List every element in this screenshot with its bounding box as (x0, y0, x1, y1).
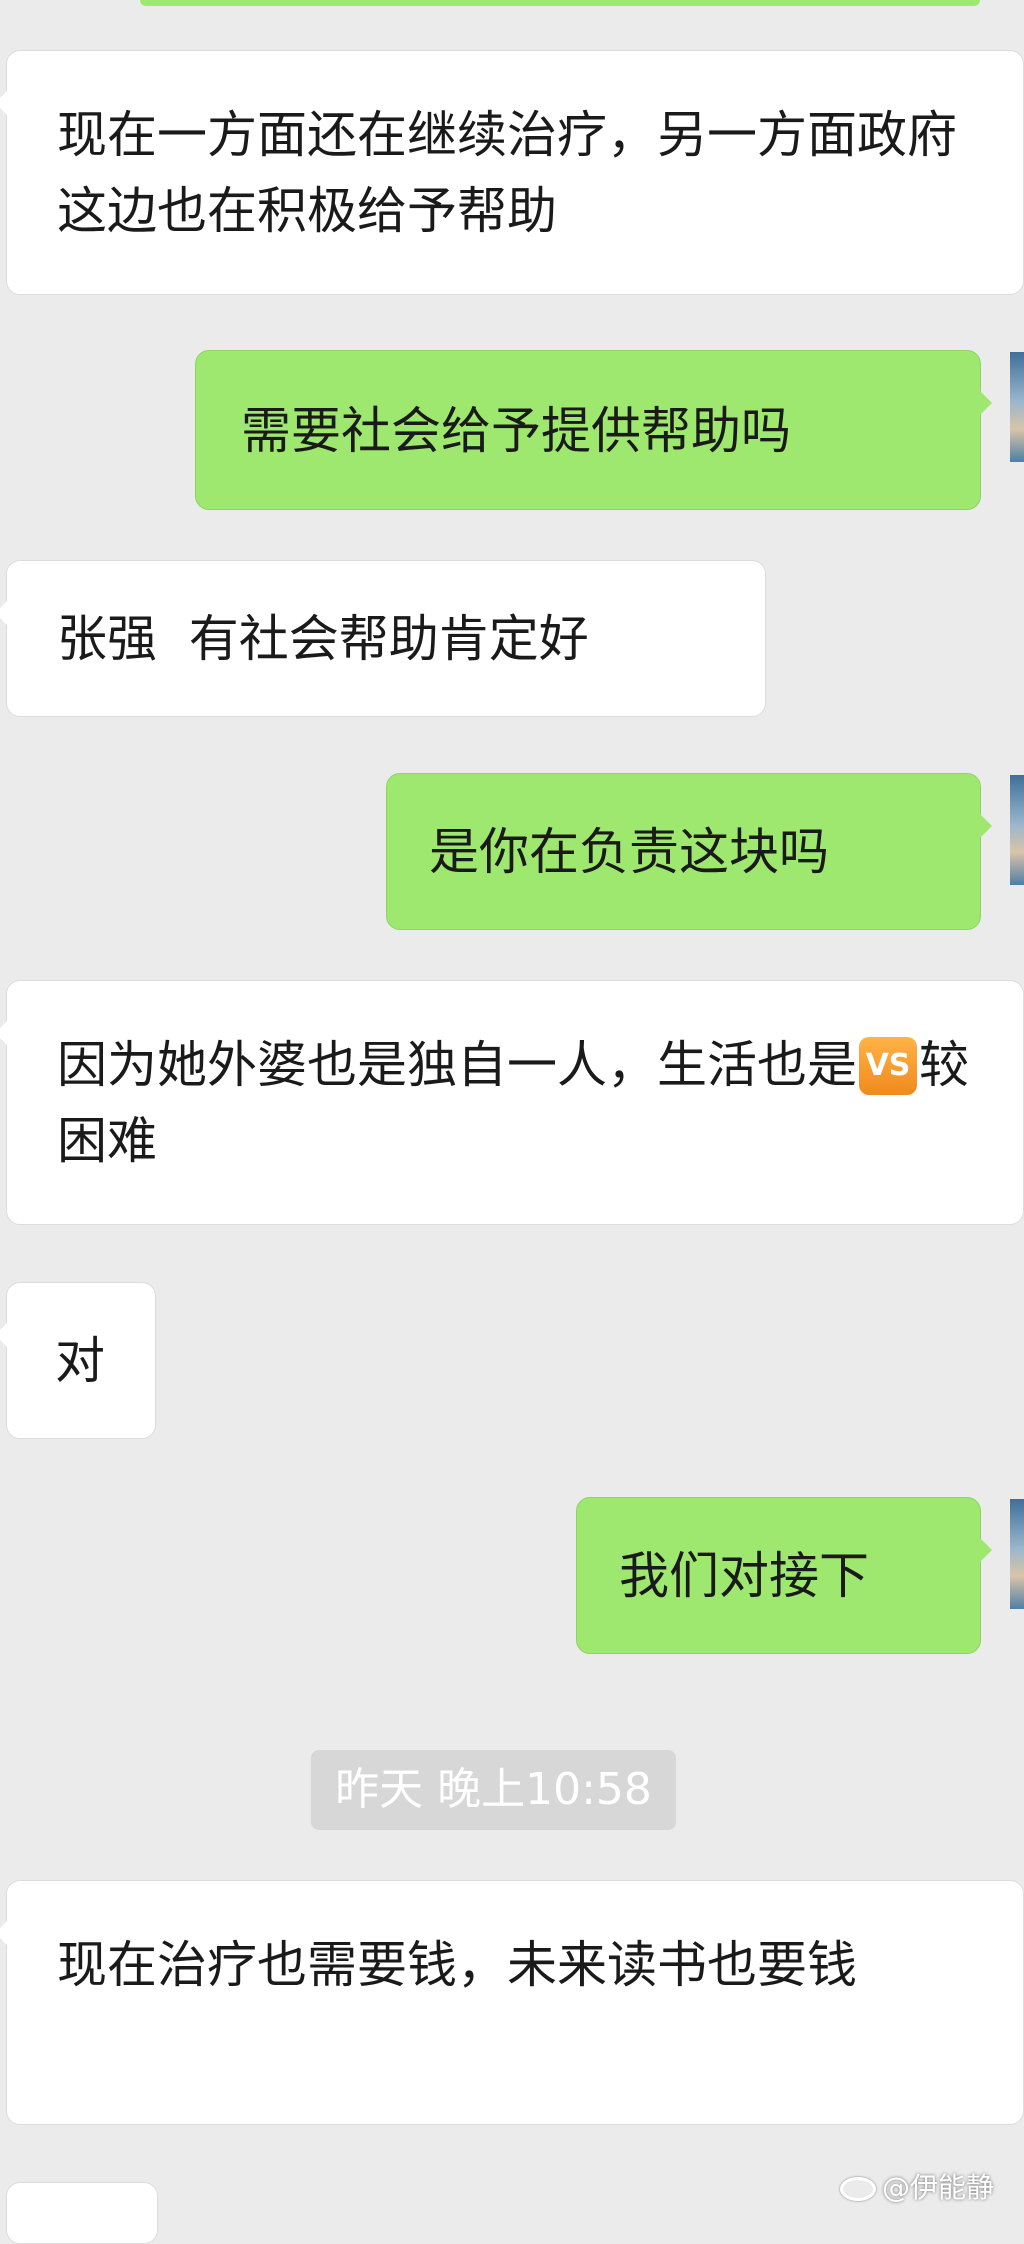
message-bubble-outgoing[interactable]: 需要社会给予提供帮助吗 (195, 350, 992, 510)
weibo-logo-icon (840, 2177, 876, 2201)
partial-message-bubble (6, 2182, 158, 2244)
message-text: 现在一方面还在继续治疗，另一方面政府这边也在积极给予帮助 (57, 106, 957, 240)
message-timestamp: 昨天 晚上10:58 (311, 1750, 676, 1830)
message-bubble-outgoing[interactable]: 是你在负责这块吗 (386, 773, 992, 930)
user-avatar[interactable] (1010, 775, 1024, 885)
message-bubble-incoming[interactable]: 现在治疗也需要钱，未来读书也要钱 (0, 1880, 1024, 2125)
message-text: 我们对接下 (619, 1547, 869, 1605)
vs-emoji-icon: VS (859, 1036, 917, 1095)
previous-outgoing-bubble-edge (140, 0, 980, 6)
message-bubble-incoming[interactable]: 对 (0, 1282, 156, 1439)
chat-conversation: 现在一方面还在继续治疗，另一方面政府这边也在积极给予帮助 需要社会给予提供帮助吗… (0, 0, 1024, 2244)
watermark-text: @伊能静 (882, 2171, 995, 2204)
message-text: 是你在负责这块吗 (429, 823, 829, 881)
message-text: 张强 有社会帮助肯定好 (57, 610, 589, 668)
user-avatar[interactable] (1010, 352, 1024, 462)
watermark: @伊能静 (840, 2168, 1024, 2208)
message-bubble-incoming[interactable]: 因为她外婆也是独自一人，生活也是 VS 较困难 (0, 980, 1024, 1225)
message-bubble-incoming[interactable]: 现在一方面还在继续治疗，另一方面政府这边也在积极给予帮助 (0, 50, 1024, 295)
message-text: 因为她外婆也是独自一人，生活也是 (57, 1036, 857, 1094)
message-text: 对 (55, 1332, 105, 1390)
message-text: 现在治疗也需要钱，未来读书也要钱 (57, 1936, 857, 1994)
message-text: 需要社会给予提供帮助吗 (241, 402, 791, 460)
message-bubble-outgoing[interactable]: 我们对接下 (576, 1497, 992, 1654)
user-avatar[interactable] (1010, 1499, 1024, 1609)
message-bubble-incoming[interactable]: 张强 有社会帮助肯定好 (0, 560, 766, 717)
